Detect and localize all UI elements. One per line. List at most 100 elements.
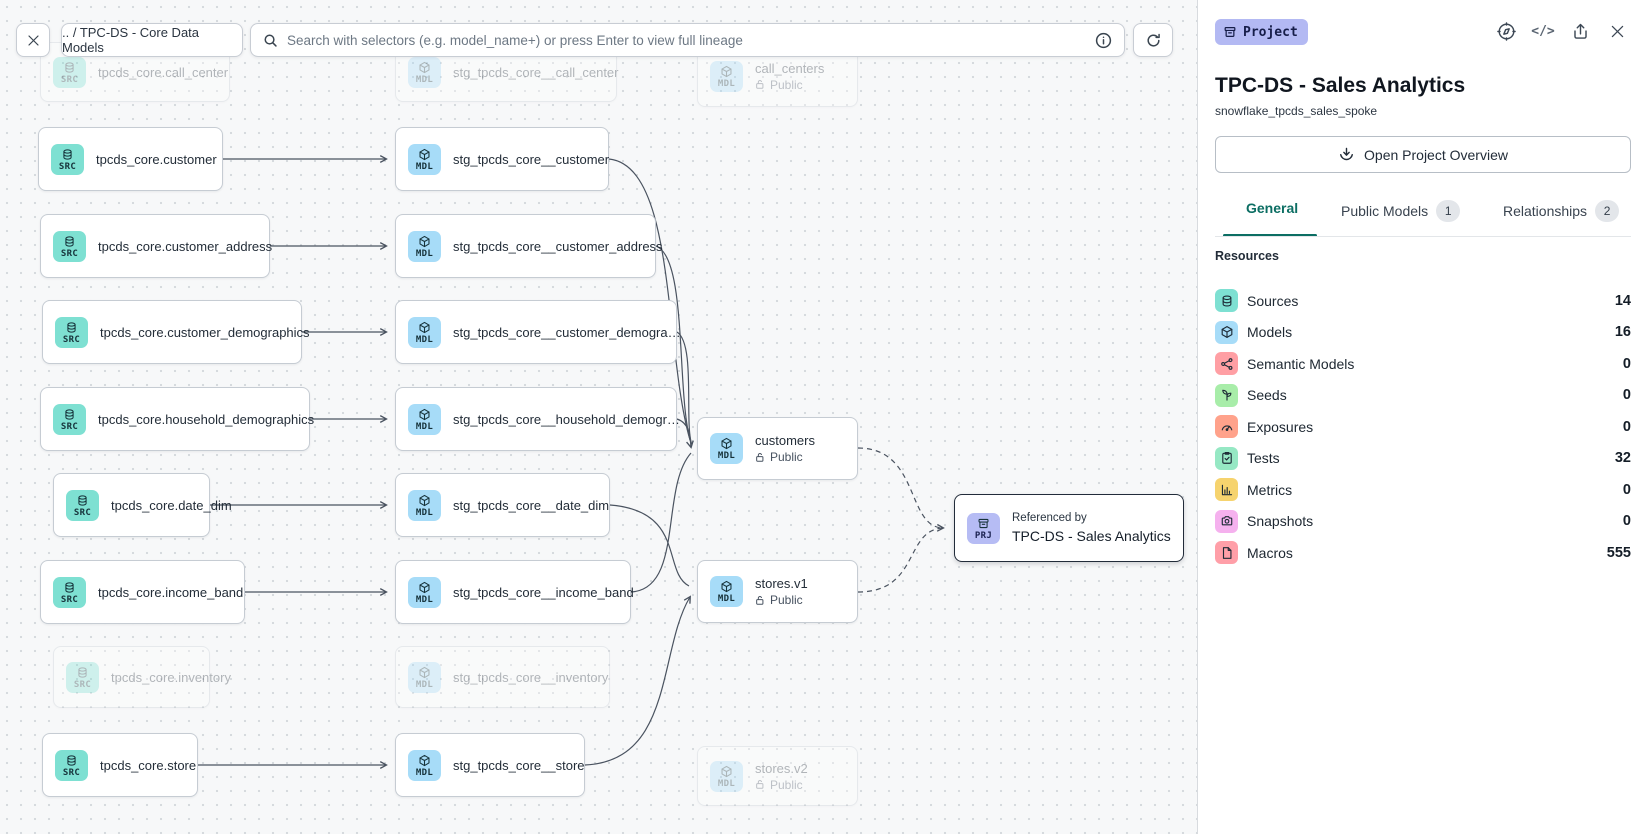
graph-node-model[interactable]: MDL stg_tpcds_core__income_band xyxy=(395,560,631,624)
seedling-icon xyxy=(1215,384,1238,407)
database-icon xyxy=(1215,289,1238,312)
explore-compass-icon[interactable] xyxy=(1494,19,1518,43)
graph-node-model[interactable]: MDL stg_tpcds_core__store xyxy=(395,733,585,797)
model-badge: MDL xyxy=(408,662,441,693)
node-label: customers xyxy=(755,433,815,448)
breadcrumb[interactable]: .. / TPC-DS - Core Data Models xyxy=(61,23,243,57)
graph-node-public-model[interactable]: MDL customers Public xyxy=(697,417,858,480)
model-badge: MDL xyxy=(408,144,441,175)
resource-row-macros[interactable]: Macros 555 xyxy=(1215,537,1631,569)
database-icon xyxy=(65,754,78,767)
cube-icon xyxy=(418,321,431,334)
tab-general[interactable]: General xyxy=(1246,200,1298,216)
graph-node-model[interactable]: MDL stg_tpcds_core__customer xyxy=(395,127,609,191)
source-badge: SRC xyxy=(66,490,99,521)
resource-row-exposures[interactable]: Exposures 0 xyxy=(1215,411,1631,443)
resource-count: 0 xyxy=(1623,419,1631,435)
archive-box-icon xyxy=(1223,25,1237,39)
graph-node-source[interactable]: SRC tpcds_core.inventory xyxy=(53,646,210,708)
model-badge: MDL xyxy=(710,433,743,464)
search-icon xyxy=(263,33,278,48)
resource-count: 0 xyxy=(1623,356,1631,372)
model-badge: MDL xyxy=(710,576,743,607)
graph-node-source[interactable]: SRC tpcds_core.customer_demographics xyxy=(42,300,302,364)
model-badge: MDL xyxy=(408,577,441,608)
database-icon xyxy=(63,408,76,421)
node-label: stg_tpcds_core__household_demogr… xyxy=(453,412,680,427)
public-access-row: Public xyxy=(755,593,808,607)
tab-separator xyxy=(1215,236,1631,237)
database-icon xyxy=(63,235,76,248)
lock-open-icon xyxy=(755,452,765,463)
lock-open-icon xyxy=(755,79,765,90)
refresh-icon xyxy=(1145,32,1162,49)
node-label: tpcds_core.call_center xyxy=(98,65,228,80)
resource-row-sources[interactable]: Sources 14 xyxy=(1215,285,1631,317)
resources-header: Resources xyxy=(1215,249,1279,263)
public-access-row: Public xyxy=(755,450,815,464)
graph-node-model[interactable]: MDL stg_tpcds_core__household_demogr… xyxy=(395,387,677,451)
source-badge: SRC xyxy=(55,317,88,348)
database-icon xyxy=(61,148,74,161)
cube-icon xyxy=(418,148,431,161)
node-label: call_centers xyxy=(755,61,824,76)
referenced-by-label: Referenced by xyxy=(1012,512,1171,524)
cube-icon xyxy=(418,61,431,74)
cube-icon xyxy=(418,581,431,594)
resource-row-semantic-models[interactable]: Semantic Models 0 xyxy=(1215,348,1631,380)
lineage-canvas[interactable]: SRC tpcds_core.call_center MDL stg_tpcds… xyxy=(0,0,1197,834)
cube-icon xyxy=(720,437,733,450)
graph-node-public-model[interactable]: MDL stores.v1 Public xyxy=(697,560,858,623)
graph-node-source[interactable]: SRC tpcds_core.store xyxy=(42,733,198,797)
database-icon xyxy=(63,581,76,594)
graph-node-model[interactable]: MDL stg_tpcds_core__inventory xyxy=(395,646,610,708)
project-badge: PRJ xyxy=(967,513,1000,544)
panel-actions: </> xyxy=(1494,19,1629,43)
resource-row-snapshots[interactable]: Snapshots 0 xyxy=(1215,506,1631,538)
graph-node-source[interactable]: SRC tpcds_core.income_band xyxy=(40,560,245,624)
code-icon[interactable]: </> xyxy=(1531,19,1555,43)
node-label: tpcds_core.customer_address xyxy=(98,239,272,254)
resource-count: 14 xyxy=(1615,293,1631,309)
model-badge: MDL xyxy=(408,490,441,521)
cube-icon xyxy=(418,494,431,507)
graph-node-model[interactable]: MDL stg_tpcds_core__customer_demogra… xyxy=(395,300,677,364)
resource-row-tests[interactable]: Tests 32 xyxy=(1215,443,1631,475)
graph-node-project[interactable]: PRJ Referenced by TPC-DS - Sales Analyti… xyxy=(954,494,1184,562)
node-label: tpcds_core.customer_demographics xyxy=(100,325,310,340)
tab-relationships[interactable]: Relationships 2 xyxy=(1503,200,1619,222)
info-icon[interactable] xyxy=(1095,32,1112,49)
close-lineage-button[interactable] xyxy=(16,23,50,57)
resource-count: 555 xyxy=(1607,545,1631,561)
node-label: tpcds_core.customer xyxy=(96,152,217,167)
node-label: stg_tpcds_core__customer xyxy=(453,152,609,167)
open-project-overview-button[interactable]: Open Project Overview xyxy=(1215,136,1631,173)
model-badge: MDL xyxy=(408,57,441,88)
refresh-button[interactable] xyxy=(1133,23,1173,57)
graph-node-model[interactable]: MDL stg_tpcds_core__date_dim xyxy=(395,473,610,537)
close-icon xyxy=(26,33,41,48)
node-label: stores.v2 xyxy=(755,761,808,776)
graph-node-source[interactable]: SRC tpcds_core.date_dim xyxy=(53,473,210,537)
graph-node-source[interactable]: SRC tpcds_core.household_demographics xyxy=(40,387,310,451)
resource-row-models[interactable]: Models 16 xyxy=(1215,317,1631,349)
share-icon[interactable] xyxy=(1568,19,1592,43)
graph-node-public-model[interactable]: MDL stores.v2 Public xyxy=(697,746,858,806)
close-panel-icon[interactable] xyxy=(1605,19,1629,43)
node-label: stg_tpcds_core__customer_demogra… xyxy=(453,325,681,340)
graph-node-source[interactable]: SRC tpcds_core.customer xyxy=(38,127,223,191)
graph-node-source[interactable]: SRC tpcds_core.customer_address xyxy=(40,214,270,278)
model-badge: MDL xyxy=(710,761,743,792)
public-access-row: Public xyxy=(755,778,808,792)
node-label: tpcds_core.store xyxy=(100,758,196,773)
source-badge: SRC xyxy=(53,231,86,262)
tab-public-models[interactable]: Public Models 1 xyxy=(1341,200,1460,222)
search-input[interactable] xyxy=(287,33,1086,48)
cube-icon xyxy=(418,666,431,679)
project-type-badge: Project xyxy=(1215,19,1308,45)
lock-open-icon xyxy=(755,779,765,790)
database-icon xyxy=(76,666,89,679)
resource-row-metrics[interactable]: Metrics 0 xyxy=(1215,474,1631,506)
resource-row-seeds[interactable]: Seeds 0 xyxy=(1215,380,1631,412)
graph-node-model[interactable]: MDL stg_tpcds_core__customer_address xyxy=(395,214,656,278)
